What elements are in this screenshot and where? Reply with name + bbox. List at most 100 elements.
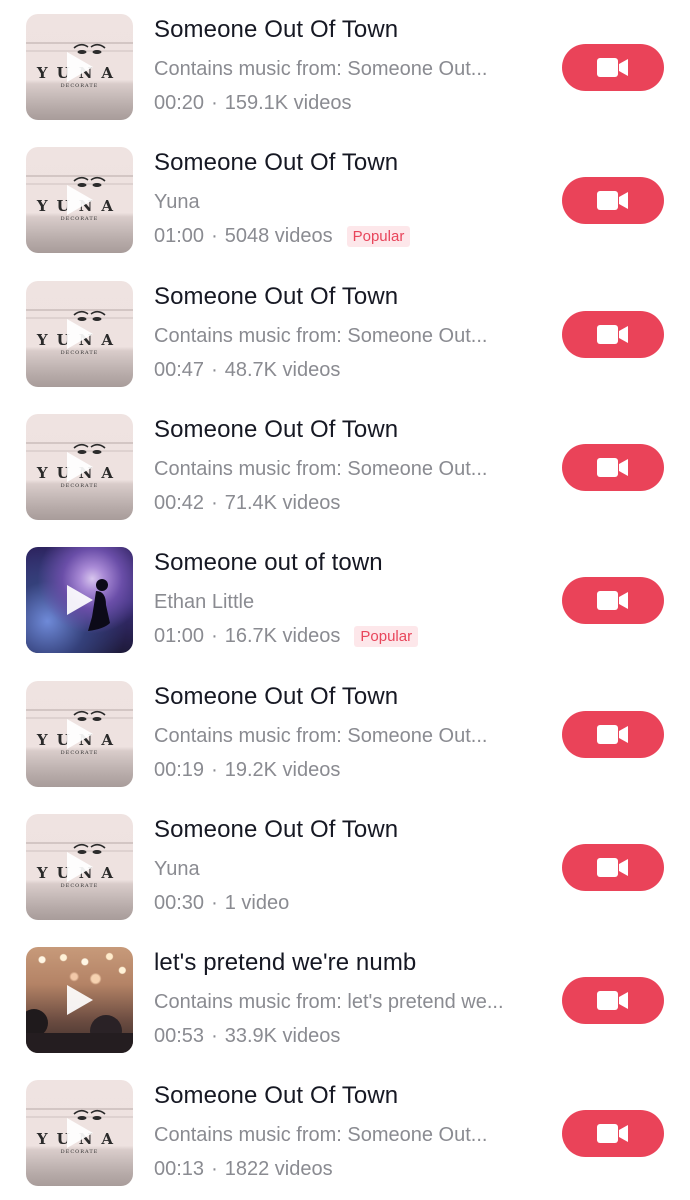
play-icon[interactable] <box>67 319 93 349</box>
sound-list-item[interactable]: YUNA DECORATE Someone Out Of Town Yuna 01… <box>0 133 690 253</box>
album-art-subword: DECORATE <box>60 216 99 222</box>
sound-meta: 00:53 · 33.9K videos <box>154 1025 340 1048</box>
play-icon[interactable] <box>67 719 93 749</box>
sound-list-item[interactable]: let's pretend we're numb Contains music … <box>0 933 690 1053</box>
use-sound-button[interactable] <box>562 177 664 224</box>
album-art-thumbnail[interactable]: YUNA DECORATE <box>26 414 133 520</box>
video-count: 48.7K videos <box>224 359 341 381</box>
meta-separator: · <box>211 625 218 647</box>
video-camera-icon <box>597 991 628 1010</box>
sound-list-item[interactable]: Someone out of town Ethan Little 01:00 ·… <box>0 533 690 653</box>
sound-subtitle: Ethan Little <box>154 591 255 613</box>
sound-duration: 01:00 <box>154 625 205 647</box>
sound-duration: 00:30 <box>154 892 205 914</box>
album-art-thumbnail[interactable]: YUNA DECORATE <box>26 681 133 787</box>
sound-title[interactable]: Someone Out Of Town <box>154 683 398 711</box>
meta-separator: · <box>211 1158 218 1180</box>
popular-badge: Popular <box>354 626 419 647</box>
video-camera-icon <box>597 191 628 210</box>
sound-meta: 01:00 · 5048 videos Popular <box>154 225 411 248</box>
album-art-thumbnail[interactable]: YUNA DECORATE <box>26 147 133 253</box>
play-icon[interactable] <box>67 985 93 1015</box>
sound-title[interactable]: Someone Out Of Town <box>154 149 398 177</box>
video-count: 71.4K videos <box>224 492 341 514</box>
play-icon[interactable] <box>67 852 93 882</box>
sound-duration: 00:53 <box>154 1025 205 1047</box>
sound-title[interactable]: Someone out of town <box>154 549 383 577</box>
video-camera-icon <box>597 458 628 477</box>
sound-subtitle: Contains music from: Someone Out... <box>154 725 488 747</box>
sound-subtitle: Contains music from: Someone Out... <box>154 58 488 80</box>
album-art-subword: DECORATE <box>60 83 99 89</box>
sound-list-item[interactable]: YUNA DECORATE Someone Out Of Town Contain… <box>0 267 690 387</box>
play-icon[interactable] <box>67 185 93 215</box>
play-icon[interactable] <box>67 585 93 615</box>
meta-separator: · <box>211 1025 218 1047</box>
popular-badge: Popular <box>346 226 411 247</box>
sound-list-item[interactable]: YUNA DECORATE Someone Out Of Town Contain… <box>0 1066 690 1186</box>
sound-title[interactable]: Someone Out Of Town <box>154 816 398 844</box>
sound-subtitle: Contains music from: Someone Out... <box>154 1124 488 1146</box>
album-art-thumbnail[interactable]: YUNA DECORATE <box>26 1080 133 1186</box>
use-sound-button[interactable] <box>562 711 664 758</box>
sound-list-item[interactable]: YUNA DECORATE Someone Out Of Town Contain… <box>0 400 690 520</box>
play-icon[interactable] <box>67 52 93 82</box>
sound-title[interactable]: let's pretend we're numb <box>154 949 416 977</box>
meta-separator: · <box>211 892 218 914</box>
sound-title[interactable]: Someone Out Of Town <box>154 1082 398 1110</box>
sound-duration: 00:19 <box>154 759 205 781</box>
play-icon[interactable] <box>67 452 93 482</box>
album-art-subword: DECORATE <box>60 883 99 889</box>
use-sound-button[interactable] <box>562 444 664 491</box>
album-art-thumbnail[interactable] <box>26 547 133 653</box>
sound-meta: 00:30 · 1 video <box>154 892 289 915</box>
sound-subtitle: Contains music from: let's pretend we... <box>154 991 504 1013</box>
video-camera-icon <box>597 58 628 77</box>
video-count: 33.9K videos <box>224 1025 341 1047</box>
sound-subtitle: Yuna <box>154 191 200 213</box>
sound-meta: 00:47 · 48.7K videos <box>154 359 340 382</box>
sound-list-item[interactable]: YUNA DECORATE Someone Out Of Town Contain… <box>0 667 690 787</box>
sound-duration: 00:13 <box>154 1158 205 1180</box>
meta-separator: · <box>211 225 218 247</box>
album-art-thumbnail[interactable]: YUNA DECORATE <box>26 14 133 120</box>
sound-meta: 01:00 · 16.7K videos Popular <box>154 625 419 648</box>
use-sound-button[interactable] <box>562 844 664 891</box>
sound-list-item[interactable]: YUNA DECORATE Someone Out Of Town Contain… <box>0 0 690 120</box>
video-camera-icon <box>597 725 628 744</box>
use-sound-button[interactable] <box>562 311 664 358</box>
album-art-thumbnail[interactable]: YUNA DECORATE <box>26 281 133 387</box>
album-art-thumbnail[interactable]: YUNA DECORATE <box>26 814 133 920</box>
video-count: 1 video <box>224 892 290 914</box>
meta-separator: · <box>211 492 218 514</box>
album-art-subword: DECORATE <box>60 1149 99 1155</box>
album-art-thumbnail[interactable] <box>26 947 133 1053</box>
video-camera-icon <box>597 1124 628 1143</box>
use-sound-button[interactable] <box>562 44 664 91</box>
album-art-subword: DECORATE <box>60 750 99 756</box>
sound-subtitle: Contains music from: Someone Out... <box>154 325 488 347</box>
album-art-subword: DECORATE <box>60 350 99 356</box>
sound-title[interactable]: Someone Out Of Town <box>154 416 398 444</box>
video-count: 1822 videos <box>224 1158 333 1180</box>
sound-list-item[interactable]: YUNA DECORATE Someone Out Of Town Yuna 00… <box>0 800 690 920</box>
video-camera-icon <box>597 325 628 344</box>
meta-separator: · <box>211 359 218 381</box>
use-sound-button[interactable] <box>562 1110 664 1157</box>
sound-duration: 00:47 <box>154 359 205 381</box>
sound-title[interactable]: Someone Out Of Town <box>154 283 398 311</box>
sound-subtitle: Contains music from: Someone Out... <box>154 458 488 480</box>
play-icon[interactable] <box>67 1118 93 1148</box>
video-count: 159.1K videos <box>224 92 352 114</box>
sound-subtitle: Yuna <box>154 858 200 880</box>
use-sound-button[interactable] <box>562 577 664 624</box>
sound-duration: 00:20 <box>154 92 205 114</box>
sound-duration: 01:00 <box>154 225 205 247</box>
sound-title[interactable]: Someone Out Of Town <box>154 16 398 44</box>
sound-duration: 00:42 <box>154 492 205 514</box>
video-count: 19.2K videos <box>224 759 341 781</box>
sound-meta: 00:20 · 159.1K videos <box>154 92 352 115</box>
album-art-subword: DECORATE <box>60 483 99 489</box>
use-sound-button[interactable] <box>562 977 664 1024</box>
video-camera-icon <box>597 858 628 877</box>
